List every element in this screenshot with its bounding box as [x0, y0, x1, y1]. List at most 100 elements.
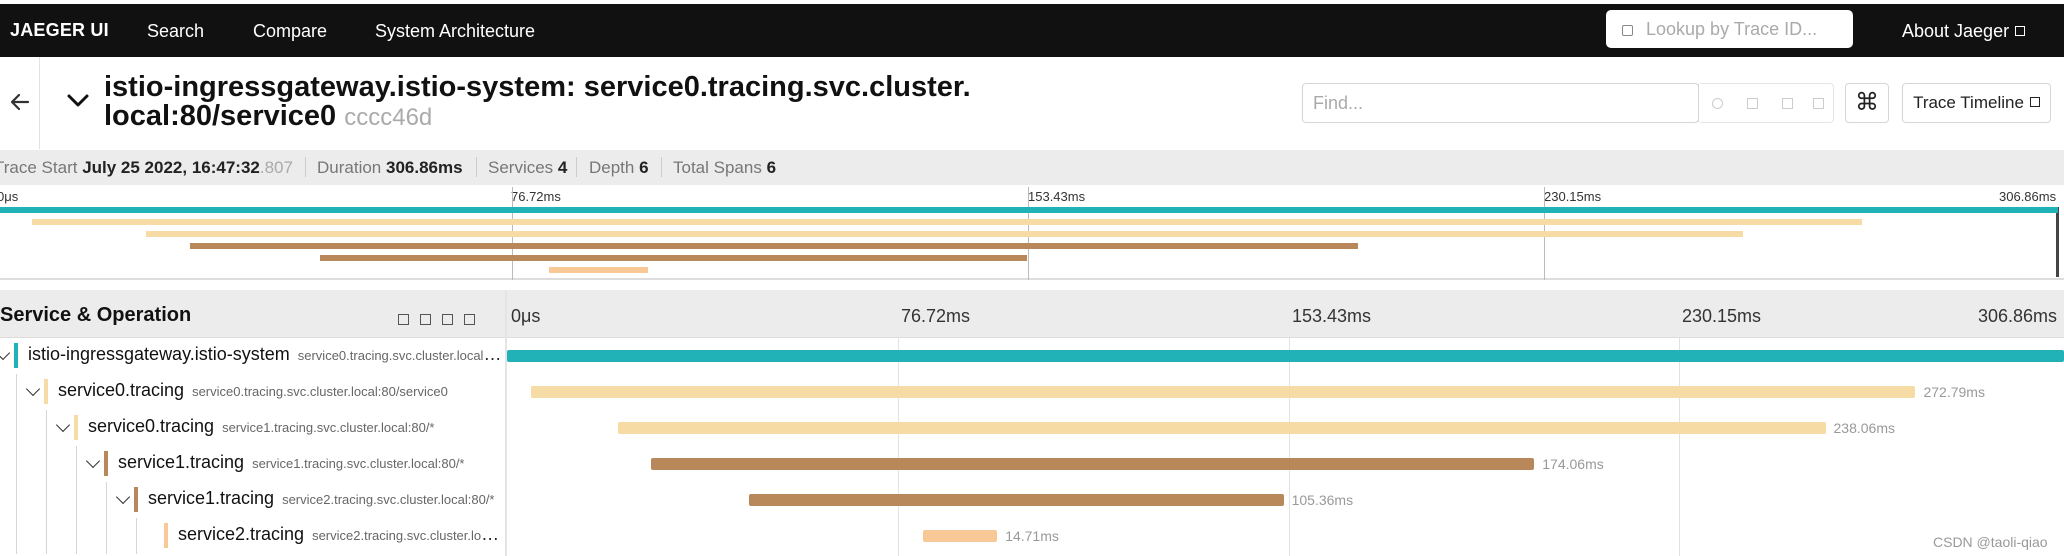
- find-input[interactable]: Find...: [1302, 83, 1699, 123]
- trace-id: cccc46d: [344, 104, 433, 131]
- collapse-all-icon[interactable]: [442, 314, 453, 325]
- service-name: service0.tracing: [58, 380, 185, 400]
- minimap-span-bar: [32, 219, 1862, 225]
- clear-icon[interactable]: [1747, 98, 1758, 109]
- span-duration-bar[interactable]: [651, 458, 1535, 470]
- search-icon: [1622, 25, 1633, 36]
- expand-all-icon[interactable]: [464, 314, 475, 325]
- span-row[interactable]: service2.tracing service2.tracing.svc.clu…: [0, 518, 2064, 554]
- indent-guide: [76, 482, 77, 518]
- span-duration-bar[interactable]: [531, 386, 1916, 398]
- chevron-down-icon: [2029, 97, 2040, 107]
- service-name: service1.tracing: [118, 452, 245, 472]
- trace-total-spans: Total Spans 6: [673, 158, 777, 177]
- find-placeholder: Find...: [1303, 84, 1699, 122]
- span-row[interactable]: istio-ingressgateway.istio-system service…: [0, 338, 2064, 374]
- target-icon[interactable]: [1712, 98, 1723, 109]
- span-label[interactable]: service1.tracing service1.tracing.svc.clu…: [118, 452, 503, 473]
- service-color-bar: [164, 523, 168, 548]
- indent-guide: [16, 518, 17, 554]
- minimap-span-bar: [190, 243, 1358, 249]
- minimap-tick-label: 76.72ms: [511, 189, 561, 204]
- collapse-one-icon[interactable]: [398, 314, 409, 325]
- service-name: istio-ingressgateway.istio-system: [28, 344, 290, 364]
- operation-name: service2.tracing.svc.cluster.local:80/*: [282, 492, 495, 507]
- trace-view-dropdown[interactable]: Trace Timeline: [1902, 83, 2051, 123]
- minimap-span-bar: [0, 207, 2058, 213]
- nav-compare-link[interactable]: Compare: [253, 21, 327, 42]
- trace-title-line1: istio-ingressgateway.istio-system: servi…: [104, 71, 971, 103]
- chevron-down-icon[interactable]: [115, 489, 131, 505]
- span-row[interactable]: service0.tracing service0.tracing.svc.clu…: [0, 374, 2064, 410]
- span-label[interactable]: service1.tracing service2.tracing.svc.clu…: [148, 488, 503, 509]
- operation-name: service1.tracing.svc.cluster.local:80/*: [252, 456, 465, 471]
- indent-guide: [106, 518, 107, 554]
- trace-header: istio-ingressgateway.istio-system: servi…: [0, 57, 2064, 149]
- watermark: CSDN @taoli-qiao: [1933, 534, 2048, 550]
- span-label[interactable]: service0.tracing service1.tracing.svc.clu…: [88, 416, 503, 437]
- timeline-tick-label: 230.15ms: [1682, 306, 1762, 326]
- span-label[interactable]: istio-ingressgateway.istio-system service…: [28, 344, 503, 365]
- minimap-handle[interactable]: [2056, 207, 2059, 277]
- timeline-tick-label: 76.72ms: [901, 306, 971, 326]
- minimap-tick-label: 230.15ms: [1544, 189, 1602, 204]
- trace-title: istio-ingressgateway.istio-system: servi…: [104, 73, 984, 132]
- indent-guide: [106, 482, 107, 518]
- trace-view-label: Trace Timeline: [1913, 93, 2024, 112]
- span-label[interactable]: service0.tracing service0.tracing.svc.clu…: [58, 380, 503, 401]
- service-color-bar: [14, 343, 18, 368]
- chevron-down-icon[interactable]: [55, 417, 71, 433]
- operation-name: service0.tracing.svc.cluster.local:80/se…: [297, 348, 503, 363]
- nav-system-architecture-link[interactable]: System Architecture: [375, 21, 535, 42]
- span-duration-bar[interactable]: [922, 530, 998, 542]
- span-duration-bar[interactable]: [617, 422, 1826, 434]
- span-row[interactable]: service1.tracing service1.tracing.svc.clu…: [0, 446, 2064, 482]
- chevron-down-icon[interactable]: [0, 345, 11, 361]
- detail-header: Service & Operation 0μs 76.72ms 153.43ms…: [0, 290, 2064, 338]
- span-row[interactable]: service1.tracing service2.tracing.svc.clu…: [0, 482, 2064, 518]
- timeline-tick-label: 0μs: [511, 306, 541, 326]
- chevron-down-icon[interactable]: [85, 453, 101, 469]
- arrow-down-icon[interactable]: [1813, 98, 1824, 109]
- span-duration-label: 14.71ms: [1005, 528, 1059, 544]
- arrow-up-icon[interactable]: [1782, 98, 1793, 109]
- span-label[interactable]: service2.tracing service2.tracing.svc.clu…: [178, 524, 503, 545]
- collapse-controls: [398, 309, 486, 330]
- span-duration-label: 238.06ms: [1833, 420, 1895, 436]
- collapse-chevron-icon[interactable]: [66, 92, 90, 110]
- trace-minimap[interactable]: 0μs 76.72ms 153.43ms 230.15ms 306.86ms: [0, 185, 2064, 280]
- operation-name: service2.tracing.svc.cluster.local:80/*: [312, 528, 503, 543]
- back-button[interactable]: [0, 57, 40, 149]
- service-color-bar: [44, 379, 48, 404]
- operation-name: service0.tracing.svc.cluster.local:80/se…: [192, 384, 448, 399]
- arrow-left-icon: [10, 93, 30, 111]
- span-row[interactable]: service0.tracing service1.tracing.svc.clu…: [0, 410, 2064, 446]
- indent-guide: [46, 410, 47, 446]
- indent-guide: [16, 374, 17, 410]
- service-color-bar: [104, 451, 108, 476]
- brand-logo[interactable]: JAEGER UI: [10, 20, 109, 41]
- indent-guide: [136, 518, 137, 554]
- about-label: About Jaeger: [1902, 21, 2010, 41]
- trace-services: Services 4: [488, 158, 568, 177]
- trace-id-lookup-input[interactable]: Lookup by Trace ID...: [1606, 10, 1853, 48]
- timeline-tick-label: 153.43ms: [1292, 306, 1372, 326]
- span-duration-label: 105.36ms: [1291, 492, 1354, 508]
- indent-guide: [46, 482, 47, 518]
- span-duration-bar[interactable]: [507, 350, 2064, 362]
- indent-guide: [46, 446, 47, 482]
- keyboard-shortcuts-button[interactable]: ⌘: [1845, 83, 1889, 123]
- span-duration-bar[interactable]: [749, 494, 1284, 506]
- trace-detail: Service & Operation 0μs 76.72ms 153.43ms…: [0, 290, 2064, 556]
- indent-guide: [16, 482, 17, 518]
- chevron-down-icon[interactable]: [25, 381, 41, 397]
- trace-meta-row: Trace Start July 25 2022, 16:47:32.807 D…: [0, 150, 2064, 185]
- service-name: service0.tracing: [88, 416, 215, 436]
- nav-search-link[interactable]: Search: [147, 21, 204, 42]
- expand-one-icon[interactable]: [420, 314, 431, 325]
- trace-start: Trace Start July 25 2022, 16:47:32.807: [0, 158, 293, 177]
- indent-guide: [76, 518, 77, 554]
- timeline-tick-label: 306.86ms: [1978, 306, 2058, 326]
- about-jaeger-menu[interactable]: About Jaeger: [1902, 21, 2026, 42]
- span-duration-label: 272.79ms: [1923, 384, 1985, 400]
